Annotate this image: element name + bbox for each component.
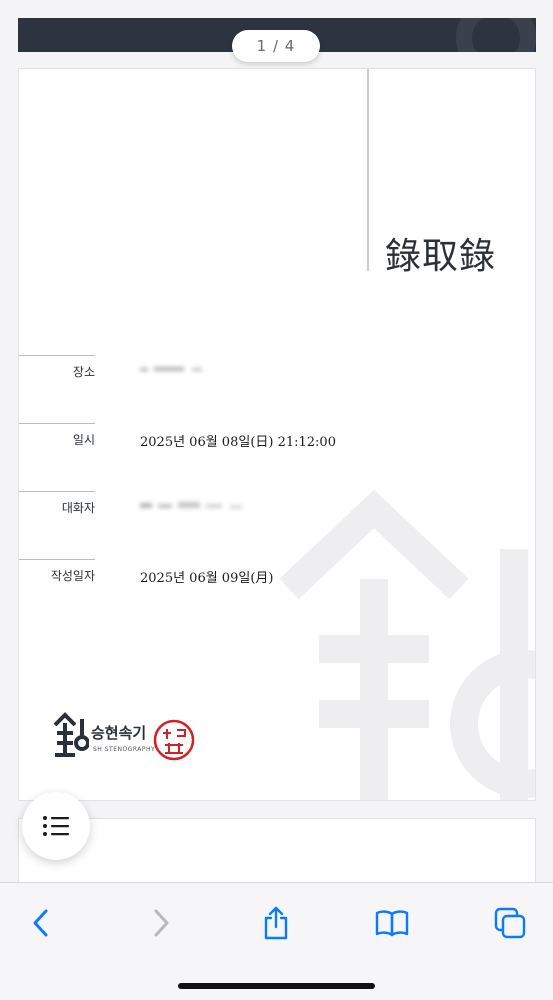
field-value: 2025년 06월 08일(日) 21:12:00 xyxy=(140,435,336,450)
document-page: 錄取錄 장소 일시 2025년 06월 08일(日) 21:12:00 대화자 … xyxy=(18,68,536,801)
row-divider xyxy=(19,491,95,492)
redacted-value xyxy=(140,367,202,371)
bookmarks-button[interactable] xyxy=(372,903,412,943)
tabs-button[interactable] xyxy=(490,903,530,943)
field-row-datetime: 일시 2025년 06월 08일(日) 21:12:00 xyxy=(19,423,359,463)
field-row-participants: 대화자 xyxy=(19,491,359,531)
home-indicator xyxy=(178,983,375,989)
row-divider xyxy=(19,423,95,424)
share-icon xyxy=(264,906,288,940)
list-icon xyxy=(43,816,69,836)
field-label: 작성일자 xyxy=(50,569,95,583)
logo-brand-name: 승현속기 xyxy=(91,724,147,742)
page-indicator: 1 / 4 xyxy=(232,30,320,62)
browser-toolbar xyxy=(0,882,553,1000)
row-divider xyxy=(19,559,95,560)
logo-subtitle: SH STENOGRAPHY xyxy=(93,746,156,753)
field-row-written-date: 작성일자 2025년 06월 09일(月) xyxy=(19,559,359,599)
table-of-contents-button[interactable] xyxy=(22,792,90,860)
field-label: 장소 xyxy=(72,365,95,379)
row-divider xyxy=(19,355,95,356)
watermark-logo xyxy=(279,489,535,800)
document-title: 錄取錄 xyxy=(385,236,497,277)
field-label: 대화자 xyxy=(61,501,95,515)
back-button[interactable] xyxy=(21,903,61,943)
forward-button[interactable] xyxy=(141,903,181,943)
official-seal xyxy=(153,719,195,761)
company-logo: 승현속기 SH STENOGRAPHY xyxy=(53,709,203,769)
chevron-right-icon xyxy=(154,909,169,937)
field-row-location: 장소 xyxy=(19,355,359,395)
field-label: 일시 xyxy=(72,433,95,447)
title-divider xyxy=(367,69,369,271)
redacted-value xyxy=(140,502,242,509)
book-icon xyxy=(375,910,409,937)
watermark-decoration xyxy=(456,18,536,52)
logo-mark-icon xyxy=(53,712,89,757)
field-value: 2025년 06월 09일(月) xyxy=(140,571,274,586)
share-button[interactable] xyxy=(256,903,296,943)
chevron-left-icon xyxy=(33,909,48,937)
tabs-icon xyxy=(494,907,526,939)
